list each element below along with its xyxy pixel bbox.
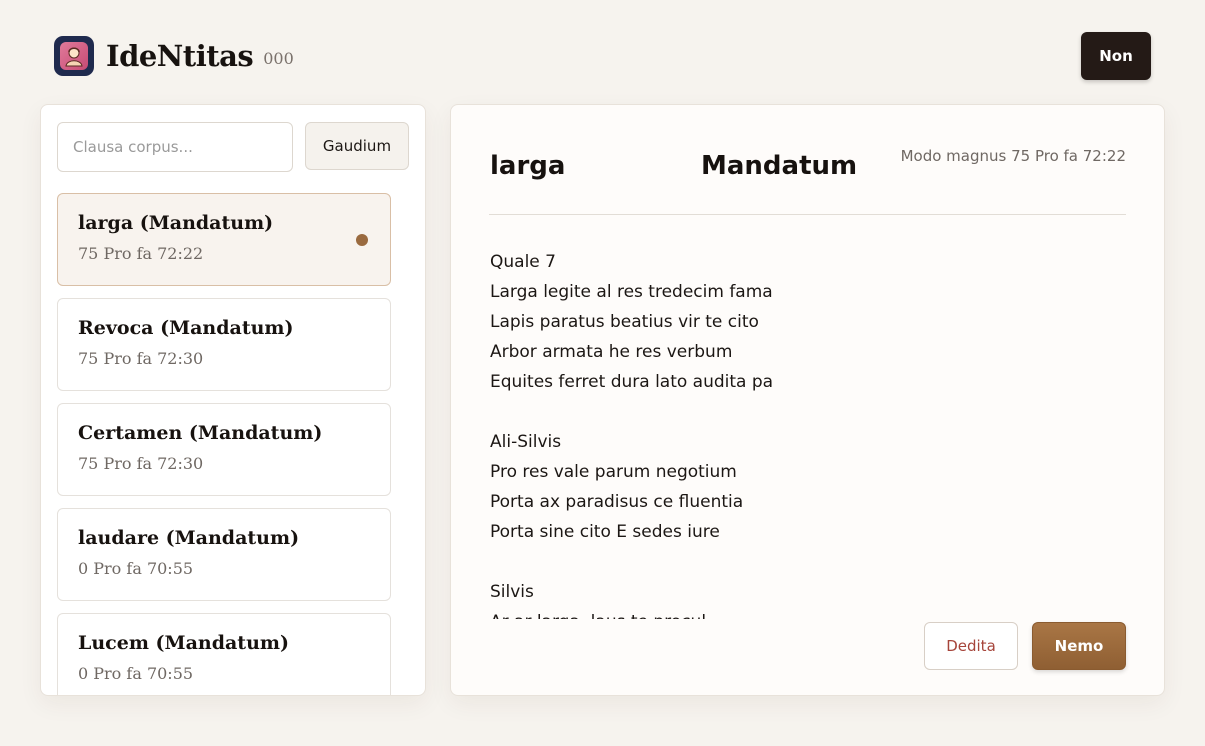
item-list: larga (Mandatum) 75 Pro fa 72:22 Revoca … xyxy=(57,193,391,695)
detail-panel: larga Mandatum Modo magnus 75 Pro fa 72:… xyxy=(450,104,1165,696)
app-logo-icon xyxy=(54,36,94,76)
detail-type: Mandatum xyxy=(701,151,858,181)
search-button[interactable]: Gaudium xyxy=(305,122,409,170)
list-item-title: Lucem (Mandatum) xyxy=(78,632,289,654)
secondary-button[interactable]: Dedita xyxy=(924,622,1018,670)
list-item-meta: 0 Pro fa 70:55 xyxy=(78,664,194,683)
list-item-title: Revoca (Mandatum) xyxy=(78,317,294,339)
list-item-title: larga (Mandatum) xyxy=(78,212,274,234)
content-line: Porta sine cito E sedes iure xyxy=(490,522,720,542)
list-item-meta: 75 Pro fa 72:30 xyxy=(78,349,204,368)
list-item-title: Certamen (Mandatum) xyxy=(78,422,323,444)
brand-subtitle: 000 xyxy=(263,48,294,68)
content-line: Pro res vale parum negotium xyxy=(490,462,737,482)
list-item[interactable]: larga (Mandatum) 75 Pro fa 72:22 xyxy=(57,193,391,286)
divider xyxy=(489,214,1126,215)
content-line: Arbor armata he res verbum xyxy=(490,342,733,362)
content-line: Porta ax paradisus ce fluentia xyxy=(490,492,744,512)
list-item[interactable]: Certamen (Mandatum) 75 Pro fa 72:30 xyxy=(57,403,391,496)
content-line: Ar ar larga, laus te procul xyxy=(490,607,1110,619)
sidebar: Gaudium larga (Mandatum) 75 Pro fa 72:22… xyxy=(40,104,426,696)
content-line: Lapis paratus beatius vir te cito xyxy=(490,312,759,332)
top-action-button[interactable]: Non xyxy=(1081,32,1151,80)
list-item[interactable]: Lucem (Mandatum) 0 Pro fa 70:55 xyxy=(57,613,391,695)
list-item-meta: 0 Pro fa 70:55 xyxy=(78,559,194,578)
content-line: Silvis xyxy=(490,582,534,602)
detail-content: Quale 7 Larga legite al res tredecim fama… xyxy=(490,247,1110,619)
content-line: Equites ferret dura lato audita pa xyxy=(490,372,774,392)
content-line: Quale 7 xyxy=(490,252,556,272)
content-gap xyxy=(490,397,1110,427)
detail-title: larga xyxy=(490,151,566,181)
search-input[interactable] xyxy=(57,122,293,172)
content-line: Larga legite al res tredecim fama xyxy=(490,282,773,302)
list-item-meta: 75 Pro fa 72:30 xyxy=(78,454,204,473)
active-dot-icon xyxy=(356,234,368,246)
brand-name: IdeNtitas xyxy=(106,39,254,73)
app-header: IdeNtitas 000 xyxy=(54,36,294,76)
list-item-meta: 75 Pro fa 72:22 xyxy=(78,244,204,263)
primary-button[interactable]: Nemo xyxy=(1032,622,1126,670)
detail-meta: Modo magnus 75 Pro fa 72:22 xyxy=(900,147,1126,165)
list-item[interactable]: laudare (Mandatum) 0 Pro fa 70:55 xyxy=(57,508,391,601)
list-item[interactable]: Revoca (Mandatum) 75 Pro fa 72:30 xyxy=(57,298,391,391)
list-item-title: laudare (Mandatum) xyxy=(78,527,300,549)
content-line: Ali-Silvis xyxy=(490,432,562,452)
content-gap xyxy=(490,547,1110,577)
